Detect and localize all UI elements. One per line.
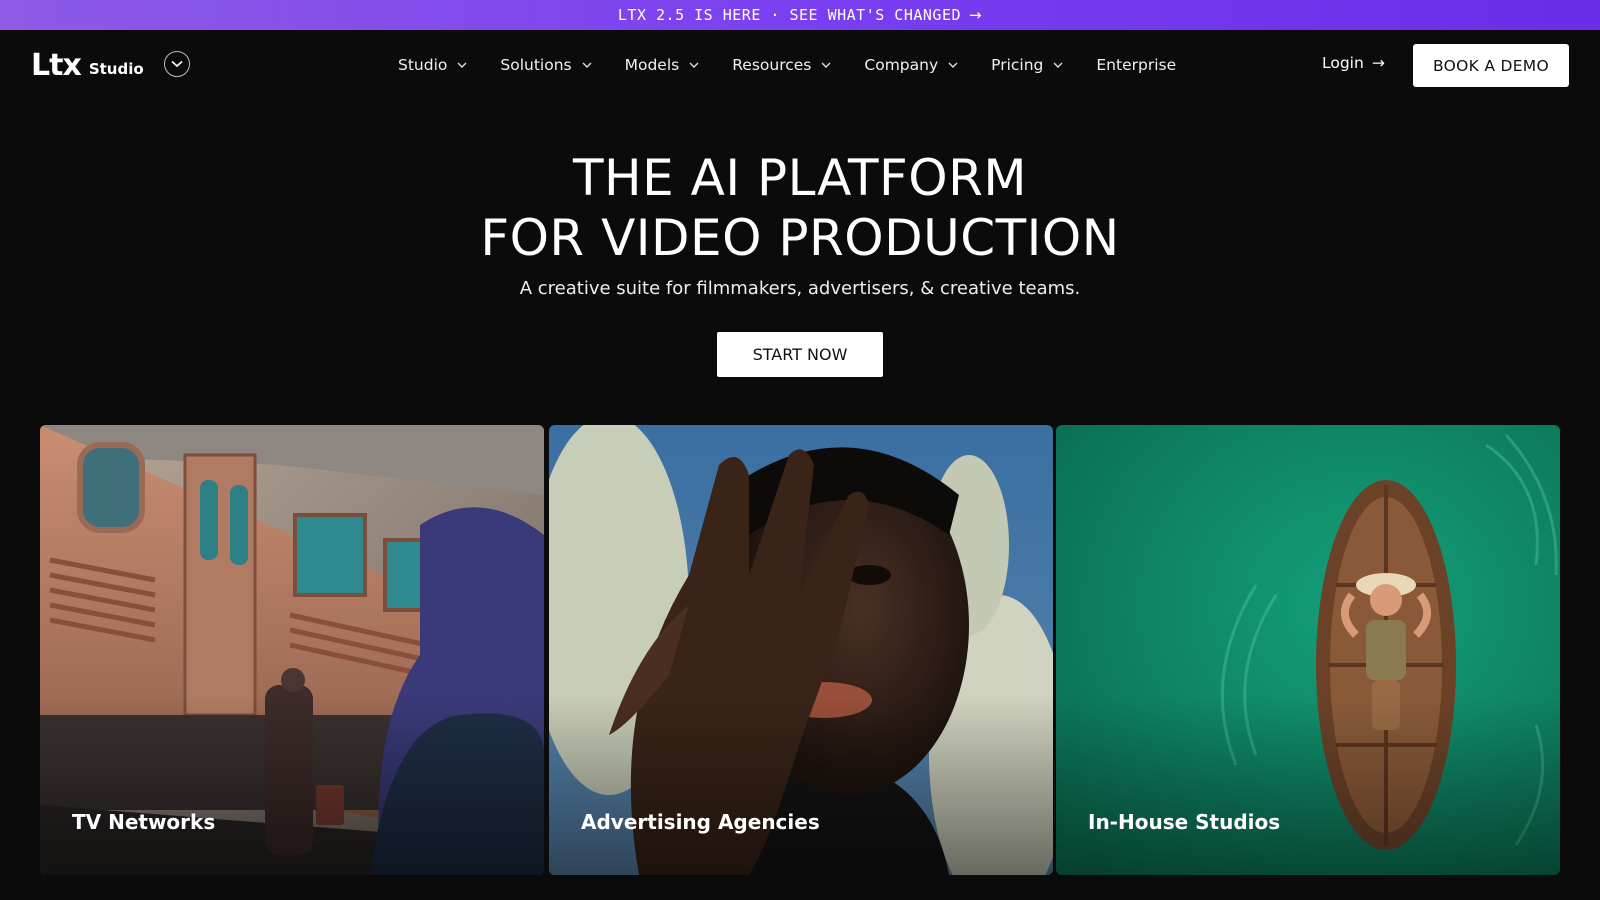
nav-item-label: Models (624, 56, 680, 74)
card-label: Advertising Agencies (581, 810, 820, 834)
chevron-down-icon (457, 62, 467, 68)
announcement-banner[interactable]: LTX 2.5 IS HERE · SEE WHAT'S CHANGED → (0, 0, 1600, 30)
boat-on-water-image (1056, 425, 1560, 875)
card-label: In-House Studios (1088, 810, 1281, 834)
card-in-house-studios[interactable]: In-House Studios (1056, 425, 1560, 875)
card-tv-networks[interactable]: TV Networks (40, 425, 544, 875)
logo-mark: Ltx (31, 48, 82, 83)
nav-item-enterprise[interactable]: Enterprise (1096, 56, 1176, 74)
hero-title: THE AI PLATFORM FOR VIDEO PRODUCTION (0, 148, 1600, 268)
chevron-down-icon (948, 62, 958, 68)
nav-item-label: Company (864, 56, 939, 74)
hero-title-line: THE AI PLATFORM (573, 149, 1027, 207)
hero-subtitle: A creative suite for filmmakers, adverti… (519, 278, 1081, 299)
nav-item-label: Pricing (991, 56, 1044, 74)
audience-cards: TV Networks Advertising Agencies In-Hous… (40, 425, 1560, 875)
nav-item-label: Enterprise (1096, 56, 1177, 74)
train-station-image (40, 425, 544, 875)
nav-item-label: Resources (732, 56, 812, 74)
arrow-right-icon: → (1371, 54, 1385, 72)
nav-item-models[interactable]: Models (625, 56, 700, 74)
nav-item-resources[interactable]: Resources (732, 56, 831, 74)
nav-item-solutions[interactable]: Solutions (500, 56, 592, 74)
login-link[interactable]: Login → (1322, 54, 1385, 72)
chevron-down-icon (821, 62, 831, 68)
chevron-down-icon (171, 60, 183, 68)
book-demo-button[interactable]: BOOK A DEMO (1413, 44, 1569, 87)
top-navigation: Ltx Studio Studio Solutions Models Resou… (0, 30, 1600, 100)
hero-title-line: FOR VIDEO PRODUCTION (480, 209, 1120, 267)
nav-item-studio[interactable]: Studio (398, 56, 467, 74)
logo-product-name: Studio (88, 60, 144, 78)
chevron-down-icon (1053, 62, 1063, 68)
card-label: TV Networks (72, 810, 216, 834)
nav-item-pricing[interactable]: Pricing (991, 56, 1063, 74)
main-menu: Studio Solutions Models Resources Compan… (398, 30, 1209, 100)
nav-item-label: Solutions (500, 56, 572, 74)
nav-item-label: Studio (398, 56, 448, 74)
product-switcher-button[interactable] (164, 51, 190, 77)
arrow-right-icon: → (969, 6, 983, 24)
brand-logo[interactable]: Ltx Studio (31, 51, 144, 81)
nav-item-company[interactable]: Company (864, 56, 958, 74)
start-now-button[interactable]: START NOW (717, 332, 883, 377)
chevron-down-icon (689, 62, 699, 68)
announcement-text: LTX 2.5 IS HERE · SEE WHAT'S CHANGED (617, 6, 962, 24)
portrait-image (549, 425, 1053, 875)
login-label: Login (1322, 54, 1364, 72)
chevron-down-icon (582, 62, 592, 68)
card-advertising-agencies[interactable]: Advertising Agencies (549, 425, 1053, 875)
